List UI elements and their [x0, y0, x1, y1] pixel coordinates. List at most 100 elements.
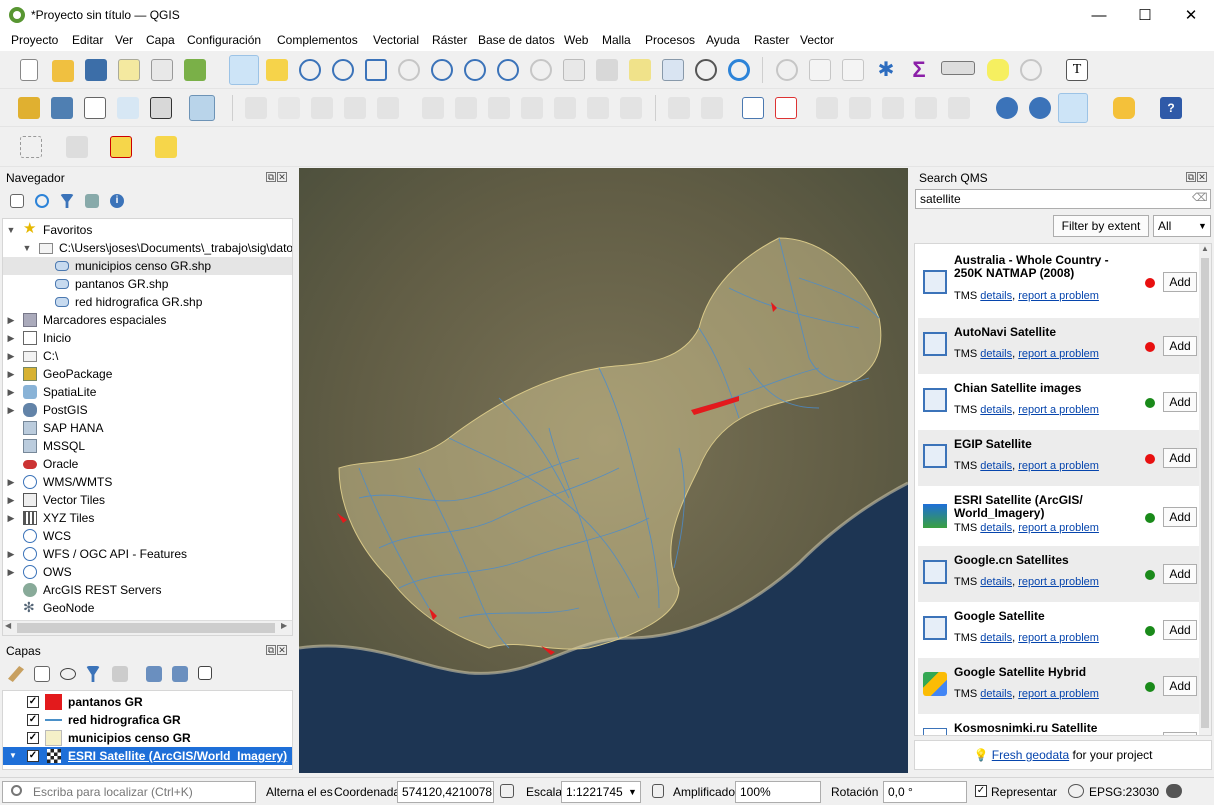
- crs-label[interactable]: EPSG:23030: [1089, 785, 1159, 799]
- menu-editar[interactable]: Editar: [72, 33, 103, 47]
- zoom-in-icon[interactable]: [299, 59, 321, 81]
- add-service-button[interactable]: Add: [1163, 448, 1197, 468]
- tree-item-municipios[interactable]: municipios censo GR.shp: [3, 257, 292, 275]
- menu-complementos[interactable]: Complementos: [277, 33, 358, 47]
- layer-row-pantanos[interactable]: ✓ pantanos GR: [3, 693, 292, 711]
- tree-item-red-hidrografica[interactable]: red hidrografica GR.shp: [3, 293, 292, 311]
- vertex-tool-icon[interactable]: [377, 97, 399, 119]
- chevron-right-icon[interactable]: ▶: [6, 401, 16, 419]
- layer-visibility-checkbox[interactable]: ✓: [27, 714, 39, 726]
- collapse-all-icon[interactable]: [85, 194, 99, 208]
- chevron-right-icon[interactable]: ▶: [6, 491, 16, 509]
- report-problem-link[interactable]: report a problem: [1018, 576, 1099, 588]
- menu-raster-plugin[interactable]: Raster: [754, 33, 789, 47]
- layer-labeling-icon[interactable]: [742, 97, 764, 119]
- details-link[interactable]: details: [980, 460, 1012, 472]
- field-calculator-icon[interactable]: [842, 59, 864, 81]
- save-layer-edits-icon[interactable]: [311, 97, 333, 119]
- tree-item-inicio[interactable]: ▶ Inicio: [3, 329, 292, 347]
- zoom-last-icon[interactable]: [497, 59, 519, 81]
- fresh-geodata-link[interactable]: Fresh geodata: [992, 748, 1069, 762]
- copy-features-icon[interactable]: [521, 97, 543, 119]
- digitize-with-segment-icon[interactable]: [189, 95, 215, 121]
- tree-item-arcgis-rest[interactable]: ArcGIS REST Servers: [3, 581, 292, 599]
- toggle-extent-label[interactable]: Alterna el es: [266, 785, 333, 799]
- chevron-right-icon[interactable]: ▶: [6, 473, 16, 491]
- menu-ayuda[interactable]: Ayuda: [706, 33, 740, 47]
- tree-item-wcs[interactable]: WCS: [3, 527, 292, 545]
- qms-search-input[interactable]: satellite ⌫: [915, 189, 1211, 209]
- menu-malla[interactable]: Malla: [602, 33, 631, 47]
- refresh-browser-icon[interactable]: [35, 194, 49, 208]
- qms-vscrollbar[interactable]: ▲: [1199, 244, 1211, 735]
- coordinate-field[interactable]: 574120,4210078: [397, 781, 494, 803]
- qms-float-buttons[interactable]: ⧉ ✕: [1185, 172, 1209, 183]
- add-selected-layers-icon[interactable]: [10, 194, 24, 208]
- attribute-table-icon[interactable]: [809, 59, 831, 81]
- details-link[interactable]: details: [980, 632, 1012, 644]
- filter-by-extent-button[interactable]: Filter by extent: [1053, 215, 1149, 237]
- layer-row-municipios[interactable]: ✓ municipios censo GR: [3, 729, 292, 747]
- manage-visibility-icon[interactable]: [60, 668, 76, 680]
- filter-browser-icon[interactable]: [60, 194, 74, 208]
- report-problem-link[interactable]: report a problem: [1018, 460, 1099, 472]
- tree-item-geopackage[interactable]: ▶ GeoPackage: [3, 365, 292, 383]
- coordinate-toggle-icon[interactable]: [500, 784, 514, 798]
- tree-item-wfs[interactable]: ▶ WFS / OGC API - Features: [3, 545, 292, 563]
- remove-layer-icon[interactable]: [198, 666, 212, 680]
- report-problem-link[interactable]: report a problem: [1018, 522, 1099, 534]
- details-link[interactable]: details: [980, 688, 1012, 700]
- add-group-icon[interactable]: [34, 666, 50, 682]
- navigator-hscrollbar[interactable]: ◀ ▶: [3, 620, 292, 635]
- filter-legend-icon[interactable]: [86, 666, 100, 682]
- scroll-up-icon[interactable]: ▲: [1201, 244, 1209, 253]
- tree-item-saphana[interactable]: SAP HANA: [3, 419, 292, 437]
- new-bookmark-icon[interactable]: [629, 59, 651, 81]
- layer-row-red-hidrografica[interactable]: ✓ red hidrografica GR: [3, 711, 292, 729]
- details-link[interactable]: details: [980, 290, 1012, 302]
- qms-add-icon[interactable]: [1029, 97, 1051, 119]
- undo-icon[interactable]: [587, 97, 609, 119]
- crs-globe-icon[interactable]: [1068, 784, 1084, 798]
- menu-ver[interactable]: Ver: [115, 33, 133, 47]
- clear-search-icon[interactable]: ⌫: [1192, 191, 1208, 204]
- select-by-value-icon[interactable]: [66, 136, 88, 158]
- zoom-layer-icon[interactable]: [431, 59, 453, 81]
- details-link[interactable]: details: [980, 576, 1012, 588]
- tree-item-ows[interactable]: ▶ OWS: [3, 563, 292, 581]
- map-tips-icon[interactable]: [987, 59, 1009, 81]
- tree-item-xyz-tiles[interactable]: ▶ XYZ Tiles: [3, 509, 292, 527]
- temporal-controller-icon[interactable]: [695, 59, 717, 81]
- zoom-full-icon[interactable]: [365, 59, 387, 81]
- tree-item-drive-c[interactable]: ▶ C:\: [3, 347, 292, 365]
- qms-search-icon[interactable]: [1058, 93, 1088, 123]
- new-map-view-icon[interactable]: [563, 59, 585, 81]
- rotation-field[interactable]: 0,0 °: [883, 781, 967, 803]
- chevron-right-icon[interactable]: ▶: [6, 545, 16, 563]
- layer-visibility-checkbox[interactable]: ✓: [27, 750, 39, 762]
- tree-item-folder[interactable]: ▼ C:\Users\joses\Documents\_trabajo\sig\d…: [3, 239, 292, 257]
- tree-item-spatialite[interactable]: ▶ SpatiaLite: [3, 383, 292, 401]
- new-spatialite-icon[interactable]: [117, 97, 139, 119]
- menu-web[interactable]: Web: [564, 33, 588, 47]
- add-service-button[interactable]: Add: [1163, 620, 1197, 640]
- layer-row-esri-satellite[interactable]: ▼ ✓ ESRI Satellite (ArcGIS/World_Imagery): [3, 747, 292, 765]
- chevron-down-icon[interactable]: ▼: [9, 747, 17, 765]
- report-problem-link[interactable]: report a problem: [1018, 348, 1099, 360]
- scrollbar-thumb[interactable]: [1201, 258, 1209, 728]
- details-link[interactable]: details: [980, 522, 1012, 534]
- add-service-button[interactable]: Add: [1163, 392, 1197, 412]
- pan-to-selection-icon[interactable]: [266, 59, 288, 81]
- save-project-icon[interactable]: [85, 59, 107, 81]
- deselect-all-icon[interactable]: [110, 136, 132, 158]
- locator-search-input[interactable]: Escriba para localizar (Ctrl+K): [2, 781, 256, 803]
- scroll-left-icon[interactable]: ◀: [5, 621, 11, 630]
- paste-features-icon[interactable]: [554, 97, 576, 119]
- lock-icon[interactable]: [652, 784, 664, 798]
- show-hide-labels-icon[interactable]: [849, 97, 871, 119]
- refresh-icon[interactable]: [728, 59, 750, 81]
- label-toolbar-icon[interactable]: [668, 97, 690, 119]
- delete-selected-icon[interactable]: [455, 97, 477, 119]
- tree-item-pantanos[interactable]: pantanos GR.shp: [3, 275, 292, 293]
- layer-styling-icon[interactable]: [8, 666, 24, 682]
